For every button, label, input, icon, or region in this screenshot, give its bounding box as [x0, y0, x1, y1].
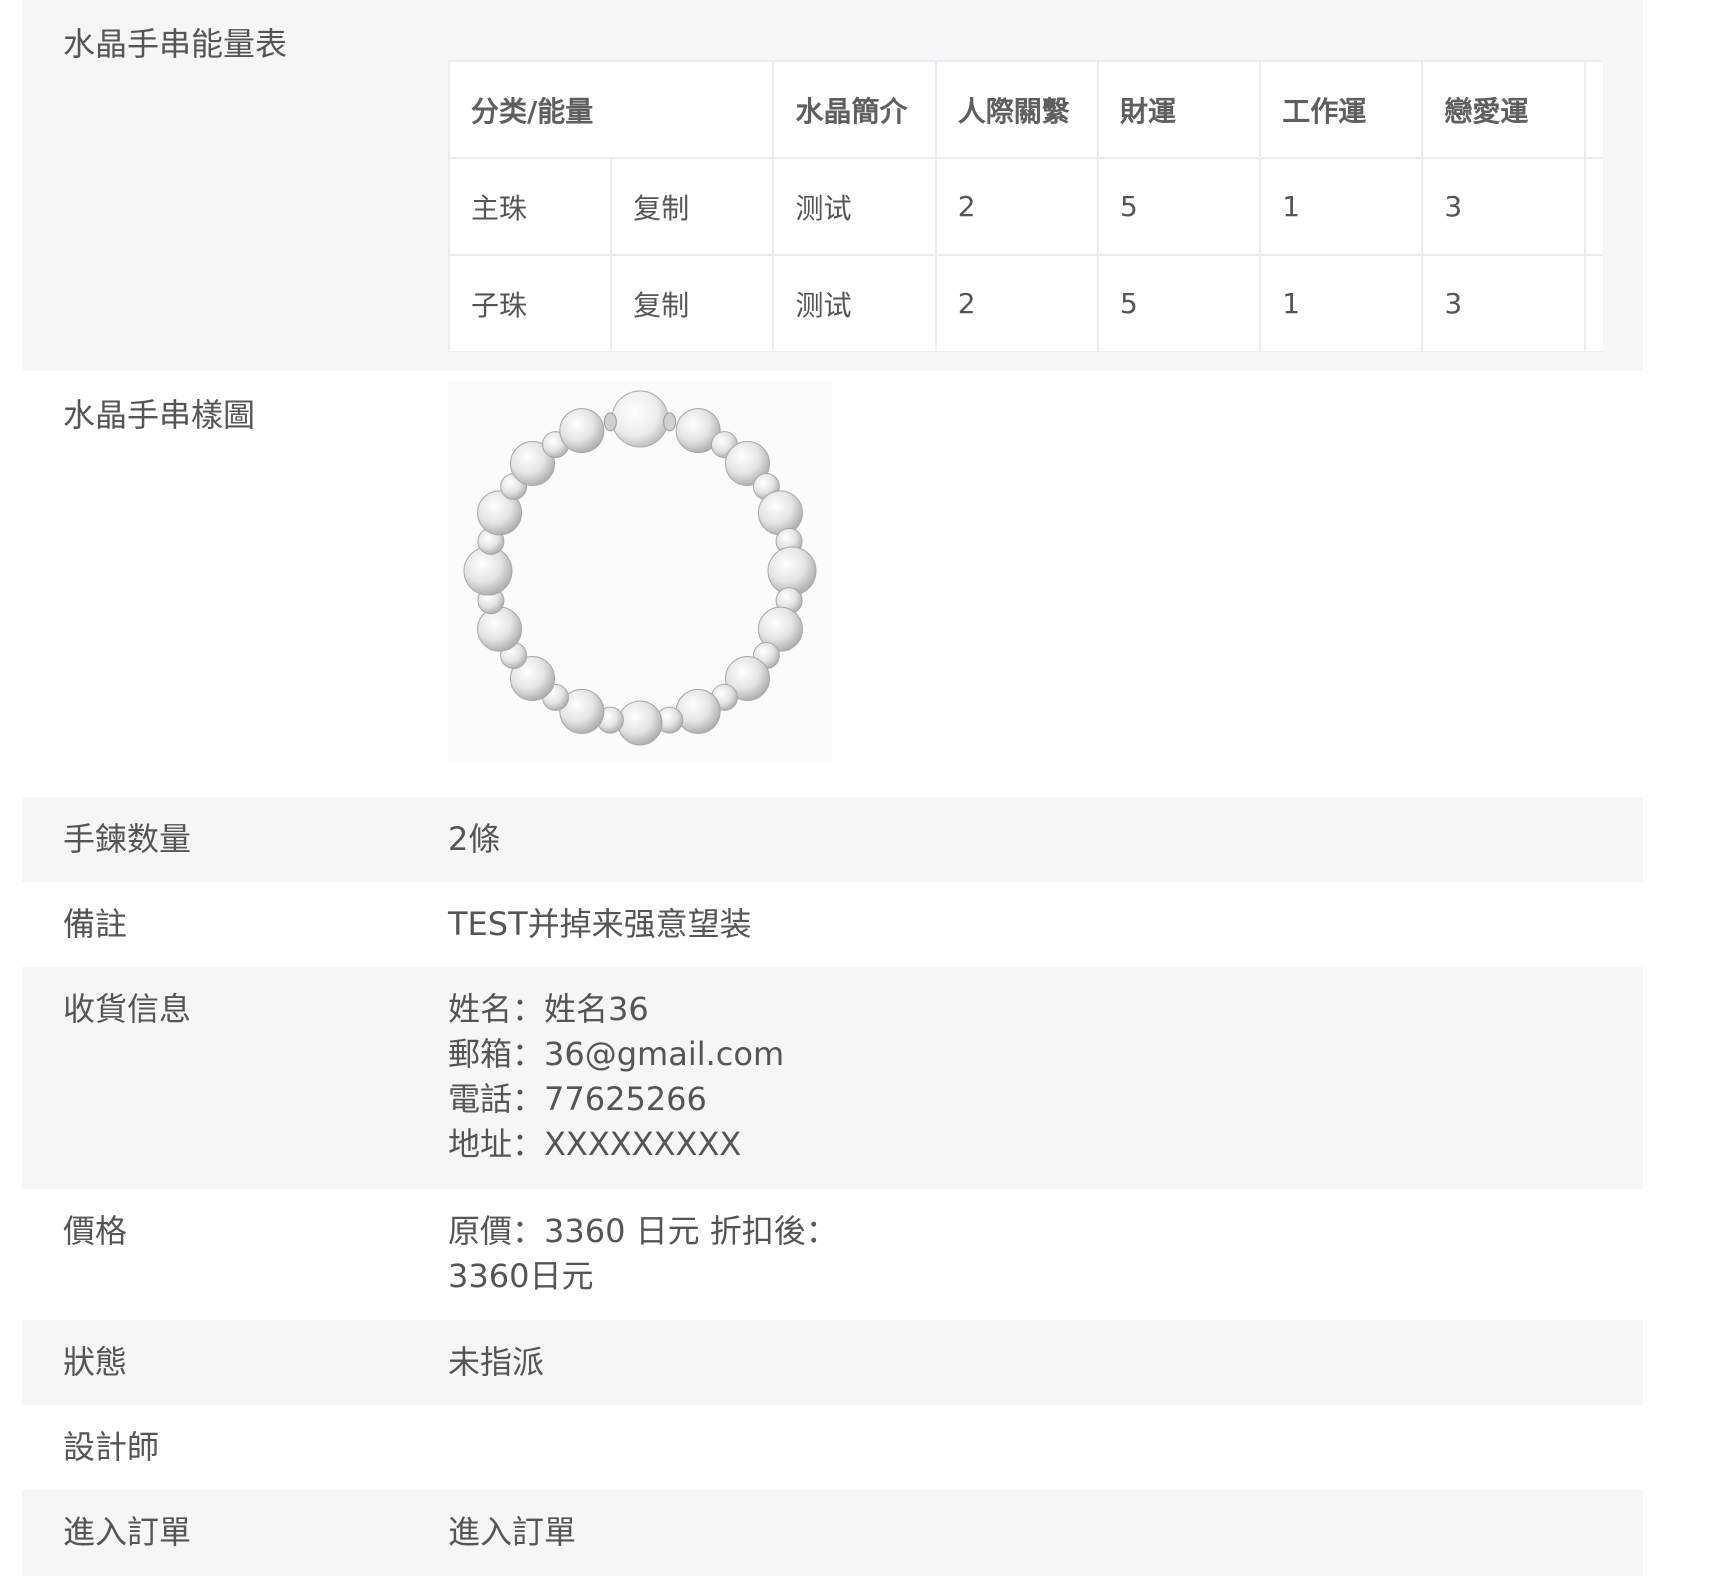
status-label: 狀態 — [63, 1343, 128, 1381]
table-row: 子珠 复制 测试 2 5 1 3 2 — [448, 254, 1603, 352]
table-cell: 复制 — [610, 157, 775, 256]
bracelet-icon — [463, 390, 817, 746]
bead — [675, 688, 721, 734]
header-wealth: 財運 — [1096, 60, 1262, 159]
quantity-row: 手鍊数量 2條 — [22, 797, 1643, 882]
price-row: 價格 原價：3360 日元 折扣後： 3360日元 — [22, 1189, 1643, 1320]
status-row: 狀態 未指派 — [22, 1320, 1643, 1405]
table-cell: 3 — [1421, 157, 1586, 256]
enter-order-row: 進入訂單 進入訂單 — [22, 1490, 1643, 1576]
energy-table-scroll[interactable]: 分类/能量 水晶簡介 人際關繫 財運 工作運 戀愛運 健 主珠 复制 测试 2 — [448, 60, 1603, 352]
shipping-name: 姓名：姓名36 — [448, 990, 649, 1028]
energy-table-label: 水晶手串能量表 — [63, 25, 288, 63]
table-cell: 主珠 — [448, 157, 613, 256]
table-header-row: 分类/能量 水晶簡介 人際關繫 財運 工作運 戀愛運 健 — [448, 60, 1603, 159]
energy-table: 分类/能量 水晶簡介 人際關繫 財運 工作運 戀愛運 健 主珠 复制 测试 2 — [448, 60, 1603, 352]
price-value: 原價：3360 日元 折扣後： 3360日元 — [448, 1209, 838, 1299]
table-cell: 5 — [1096, 157, 1262, 256]
energy-table-row: 水晶手串能量表 分类/能量 水晶簡介 人際關繫 財運 工作運 戀愛運 主珠 复制… — [22, 0, 1643, 371]
header-relations: 人際關繫 — [934, 60, 1099, 159]
table-cell: 测试 — [772, 254, 937, 352]
status-value: 未指派 — [448, 1343, 545, 1381]
table-cell: 5 — [1096, 254, 1262, 352]
table-cell: 测试 — [772, 157, 937, 256]
header-health: 健 — [1583, 60, 1603, 159]
designer-row: 設計師 — [22, 1405, 1643, 1490]
header-intro: 水晶簡介 — [772, 60, 937, 159]
designer-label: 設計師 — [63, 1428, 160, 1466]
bead — [617, 700, 663, 746]
bracelet-image-label: 水晶手串樣圖 — [63, 396, 256, 434]
table-cell: 3 — [1421, 254, 1586, 352]
header-category: 分类/能量 — [448, 60, 775, 159]
remark-row: 備註 TEST并掉来强意望装 — [22, 882, 1643, 967]
table-cell: 1 — [1259, 254, 1424, 352]
bead — [757, 490, 803, 536]
bracelet-image-row: 水晶手串樣圖 — [22, 371, 1643, 797]
table-cell: 2 — [1583, 157, 1603, 256]
shipping-email: 郵箱：36@gmail.com — [448, 1035, 785, 1073]
price-label: 價格 — [63, 1212, 128, 1250]
price-discounted: 3360日元 — [448, 1257, 594, 1295]
bead — [559, 408, 605, 454]
header-career: 工作運 — [1259, 60, 1424, 159]
main-bead — [611, 390, 669, 448]
spacer-bead — [663, 412, 677, 432]
table-cell: 1 — [1259, 157, 1424, 256]
crystal-bracelet-image — [448, 381, 832, 761]
remark-label: 備註 — [63, 905, 128, 943]
bead — [477, 606, 523, 652]
spacer-bead — [603, 412, 617, 432]
price-original: 原價：3360 日元 折扣後： — [448, 1212, 838, 1250]
remark-value: TEST并掉来强意望装 — [448, 905, 752, 943]
table-cell: 子珠 — [448, 254, 613, 352]
quantity-label: 手鍊数量 — [63, 820, 192, 858]
shipping-label: 收貨信息 — [63, 990, 192, 1028]
enter-order-link[interactable]: 進入訂單 — [448, 1510, 576, 1555]
table-cell: 复制 — [610, 254, 775, 352]
shipping-info: 姓名：姓名36 郵箱：36@gmail.com 電話：77625266 地址：X… — [448, 987, 784, 1167]
shipping-row: 收貨信息 姓名：姓名36 郵箱：36@gmail.com 電話：77625266… — [22, 967, 1643, 1189]
header-love: 戀愛運 — [1421, 60, 1586, 159]
enter-order-label: 進入訂單 — [63, 1513, 192, 1551]
shipping-phone: 電話：77625266 — [448, 1080, 707, 1118]
shipping-address: 地址：XXXXXXXXX — [448, 1125, 742, 1163]
table-cell: 2 — [1583, 254, 1603, 352]
table-cell: 2 — [934, 254, 1099, 352]
quantity-value: 2條 — [448, 820, 501, 858]
table-cell: 2 — [934, 157, 1099, 256]
table-row: 主珠 复制 测试 2 5 1 3 2 — [448, 157, 1603, 256]
